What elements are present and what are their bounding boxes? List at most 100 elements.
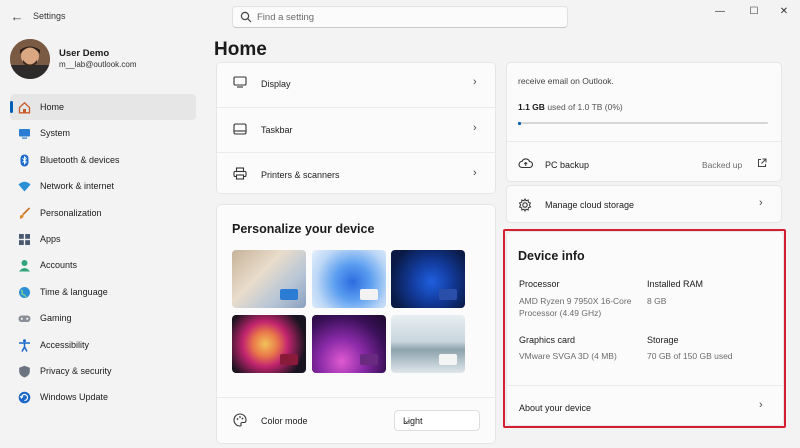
manage-cloud-storage-row[interactable]: Manage cloud storage › [506,185,782,223]
sidebar-item-personalization[interactable]: Personalization [10,200,196,226]
person-icon [19,260,30,272]
app-title: Settings [33,11,66,21]
about-device-label: About your device [519,403,592,413]
storage-usage-text: 1.1 GB used of 1.0 TB (0%) [518,102,623,112]
window-preview [360,354,378,365]
sidebar-item-label: Bluetooth & devices [40,154,120,165]
printers-row[interactable]: Printers & scanners › [217,154,497,194]
storage-progress-fill [518,121,521,125]
window-preview [360,289,378,300]
sidebar-item-label: Privacy & security [40,365,112,376]
device-info-card: Device info Processor AMD Ryzen 9 7950X … [506,231,785,426]
storage-value: 70 GB of 150 GB used [647,351,733,361]
window-preview [280,354,298,365]
sidebar-item-privacy-security[interactable]: Privacy & security [10,358,196,384]
minimize-button[interactable]: — [708,4,732,20]
close-button[interactable]: ✕ [772,4,796,20]
user-email: m__lab@outlook.com [59,60,137,69]
chevron-right-icon: › [473,122,477,134]
sidebar-item-gaming[interactable]: Gaming [10,305,196,331]
shield-icon [19,365,30,378]
sidebar-item-label: Windows Update [40,392,109,403]
cloud-email-text: receive email on Outlook. [518,76,614,86]
sidebar-item-network[interactable]: Network & internet [10,173,196,199]
theme-thumbnail-4[interactable] [232,315,306,373]
sidebar-item-label: Apps [40,233,61,244]
storage-label: Storage [647,335,679,345]
color-mode-dropdown[interactable]: Light ⌄ [394,410,480,431]
window-preview [280,289,298,300]
gear-icon [518,198,532,212]
search-input[interactable] [257,10,557,25]
sidebar-item-accounts[interactable]: Accounts [10,252,196,278]
sidebar-item-label: Gaming [40,313,72,324]
divider [217,152,497,153]
avatar[interactable] [10,39,50,79]
taskbar-label: Taskbar [261,125,293,135]
divider [217,397,497,398]
pc-backup-row[interactable]: PC backup Backed up [507,143,783,181]
sidebar-item-home[interactable]: Home [10,94,196,121]
sidebar-item-label: Personalization [40,207,102,218]
avatar-image [10,39,50,79]
personalize-card: Personalize your device Color mode [216,204,497,444]
taskbar-icon [233,123,247,135]
devices-card: Display › Taskbar › Printers & scanners … [216,62,497,194]
divider [217,107,497,108]
backup-status: Backed up [702,160,743,170]
sidebar-item-label: Accessibility [40,339,90,350]
printer-icon [233,167,247,180]
sidebar-item-accessibility[interactable]: Accessibility [10,332,196,358]
printers-label: Printers & scanners [261,170,340,180]
about-device-row[interactable]: About your device › [507,387,785,425]
pc-backup-label: PC backup [545,160,590,170]
color-mode-label: Color mode [261,416,308,426]
theme-thumbnail-1[interactable] [232,250,306,308]
manage-cloud-storage-label: Manage cloud storage [545,200,635,210]
sidebar-item-windows-update[interactable]: Windows Update [10,384,196,410]
display-label: Display [261,79,291,89]
bluetooth-icon [20,154,29,167]
cloud-backup-icon [518,158,533,169]
sidebar-item-bluetooth[interactable]: Bluetooth & devices [10,147,196,173]
sidebar-item-time-language[interactable]: Time & language [10,279,196,305]
home-icon [18,101,31,114]
graphics-value: VMware SVGA 3D (4 MB) [519,351,617,361]
processor-value: AMD Ryzen 9 7950X 16-Core Processor (4.4… [519,296,632,318]
display-row[interactable]: Display › [217,63,497,103]
chevron-down-icon: ⌄ [403,415,411,425]
ram-label: Installed RAM [647,279,704,289]
sidebar-item-system[interactable]: System [10,120,196,146]
back-arrow-icon[interactable]: ← [8,8,26,26]
sidebar-item-apps[interactable]: Apps [10,226,196,252]
title-bar: ← Settings — ☐ ✕ [0,0,800,34]
storage-used-amount: 1.1 GB [518,102,545,112]
maximize-button[interactable]: ☐ [742,4,766,20]
theme-thumbnail-5[interactable] [312,315,386,373]
brush-icon [20,206,31,219]
chevron-right-icon: › [473,76,477,88]
storage-used-rest: used of 1.0 TB (0%) [547,102,623,112]
search-icon [240,11,252,23]
sidebar-item-label: Network & internet [40,181,115,192]
storage-progress-track [518,121,768,125]
sidebar-item-label: Accounts [40,260,78,271]
chevron-right-icon: › [473,167,477,179]
sidebar-item-label: Time & language [40,286,108,297]
user-name: User Demo [59,48,110,59]
gamepad-icon [18,315,31,323]
apps-icon [19,233,30,245]
theme-thumbnail-6[interactable] [391,315,465,373]
ram-value: 8 GB [647,296,667,306]
update-icon [18,391,31,404]
theme-thumbnail-3[interactable] [391,250,465,308]
open-external-icon[interactable] [757,158,767,168]
page-title: Home [214,39,267,60]
theme-thumbnail-2[interactable] [312,250,386,308]
monitor-icon [19,129,30,140]
sidebar-nav: Home System Bluetooth & devices Network … [10,94,196,411]
taskbar-row[interactable]: Taskbar › [217,109,497,149]
search-box[interactable] [232,6,568,28]
wifi-icon [18,181,31,192]
accessibility-icon [19,338,30,352]
